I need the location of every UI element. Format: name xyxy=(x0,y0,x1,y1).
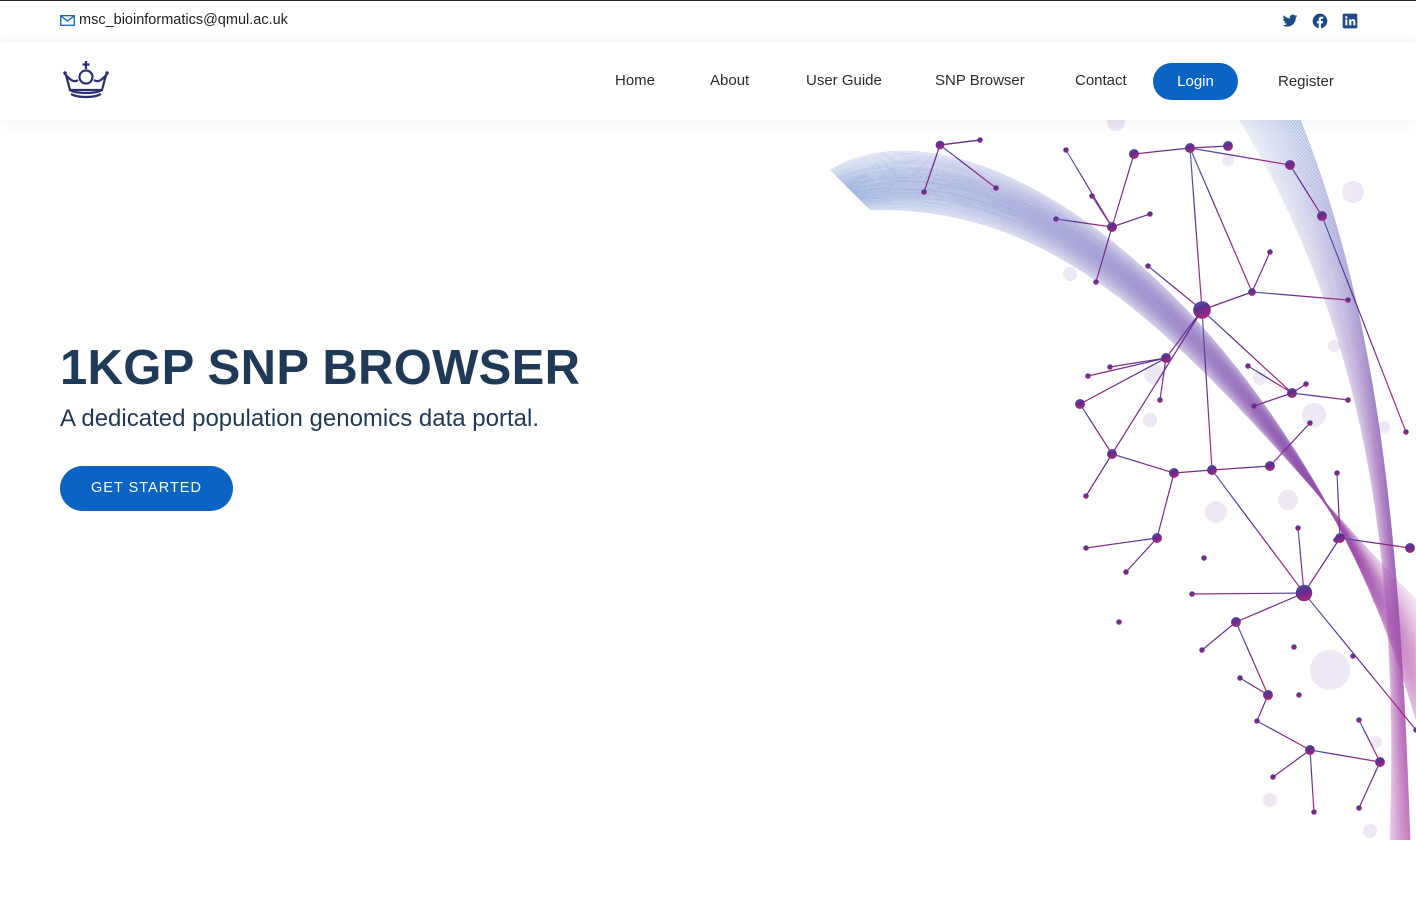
page-title: 1KGP SNP BROWSER xyxy=(60,341,581,395)
social-links xyxy=(1282,13,1358,29)
main-navbar: Home About User Guide SNP Browser Contac… xyxy=(0,41,1416,120)
page-subtitle: A dedicated population genomics data por… xyxy=(60,405,540,432)
nav-item-contact[interactable]: Contact xyxy=(1075,72,1127,89)
nav-item-about[interactable]: About xyxy=(710,72,749,89)
get-started-button[interactable]: GET STARTED xyxy=(60,466,233,511)
molecular-network-illustration xyxy=(800,113,1416,841)
nav-item-home[interactable]: Home xyxy=(615,72,655,89)
nav-item-user-guide[interactable]: User Guide xyxy=(806,72,882,89)
contact-email[interactable]: msc_bioinformatics@qmul.ac.uk xyxy=(60,12,288,28)
envelope-icon xyxy=(60,14,75,26)
nav-item-snp-browser[interactable]: SNP Browser xyxy=(935,72,1025,89)
twitter-icon[interactable] xyxy=(1282,13,1298,29)
login-button[interactable]: Login xyxy=(1153,63,1238,100)
contact-email-text: msc_bioinformatics@qmul.ac.uk xyxy=(79,12,288,28)
register-link[interactable]: Register xyxy=(1278,73,1334,90)
crown-logo-icon[interactable] xyxy=(62,60,110,100)
top-contact-bar: msc_bioinformatics@qmul.ac.uk xyxy=(0,0,1416,41)
linkedin-icon[interactable] xyxy=(1342,13,1358,29)
facebook-icon[interactable] xyxy=(1312,13,1328,29)
